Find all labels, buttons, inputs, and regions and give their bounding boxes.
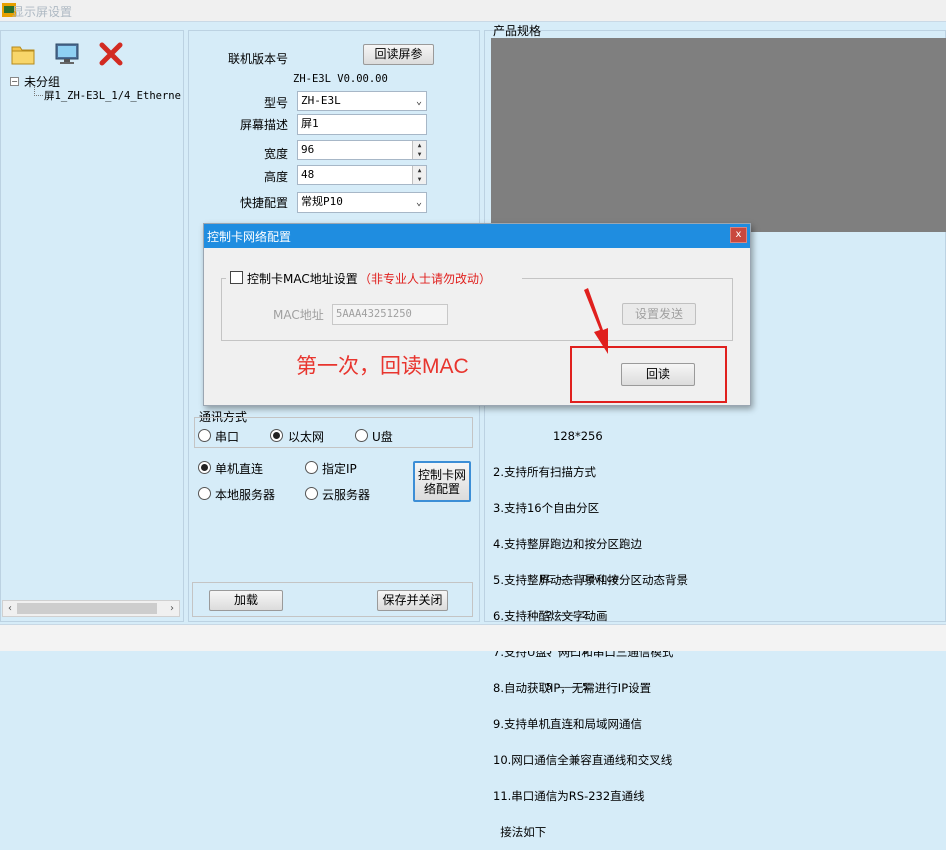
model-select[interactable]: ZH-E3L ⌄ (297, 91, 427, 111)
desc-input[interactable]: 屏1 (297, 114, 427, 135)
cloud-server-label: 云服务器 (322, 488, 371, 502)
load-button[interactable]: 加载 (209, 590, 283, 611)
tree-hscrollbar[interactable]: ‹ › (2, 600, 180, 617)
direct-connect-radio[interactable] (198, 461, 211, 474)
net-config-button[interactable]: 控制卡网络配置 (413, 461, 471, 502)
quick-config-label: 快捷配置 (240, 196, 289, 210)
specified-ip-radio[interactable] (305, 461, 318, 474)
spec-line: 接法如下 (493, 825, 547, 839)
tree-collapse-icon[interactable]: − (10, 77, 19, 86)
dialog-title: 控制卡网络配置 (207, 230, 292, 244)
window-title: 显示屏设置 (12, 5, 73, 19)
arrow-icon (584, 288, 608, 354)
mac-checkbox-label[interactable]: 控制卡MAC地址设置 (247, 270, 358, 287)
chevron-down-icon: ⌄ (415, 96, 422, 107)
cloud-server-radio[interactable] (305, 487, 318, 500)
spec-line: 2.支持所有扫描方式 (493, 465, 596, 479)
spec-line: 10.网口通信全兼容直通线和交叉线 (493, 753, 673, 767)
spec-line: 3.支持16个自由分区 (493, 501, 600, 515)
mac-label: MAC地址 (273, 308, 324, 322)
send-settings-button[interactable]: 设置发送 (622, 303, 696, 325)
udisk-radio[interactable] (355, 429, 368, 442)
delete-icon[interactable] (97, 41, 125, 67)
spec-line: 9.支持单机直连和局域网通信 (493, 717, 642, 731)
bottom-bar (0, 624, 946, 651)
spec-title: 产品规格 (493, 24, 542, 38)
folder-icon[interactable] (10, 41, 38, 67)
spec-line: 11.串口通信为RS-232直通线 (493, 789, 645, 803)
mac-warning: （非专业人士请勿改动） (359, 272, 492, 286)
height-stepper[interactable]: 48 ▲ ▼ (297, 165, 427, 185)
dialog-titlebar: 控制卡网络配置 x (204, 224, 750, 248)
scroll-right-icon[interactable]: › (165, 601, 179, 616)
quick-config-select[interactable]: 常规P10 ⌄ (297, 192, 427, 213)
mac-input[interactable]: 5AAA43251250 (332, 304, 448, 325)
spec-line: 4.支持整屏跑边和按分区跑边 (493, 537, 642, 551)
mac-checkbox[interactable] (230, 271, 243, 284)
direct-connect-label: 单机直连 (215, 462, 264, 476)
save-close-button[interactable]: 保存并关闭 (377, 590, 448, 611)
height-label: 高度 (264, 170, 289, 184)
width-label: 宽度 (264, 147, 289, 161)
height-value: 48 (301, 168, 315, 181)
local-server-radio[interactable] (198, 487, 211, 500)
tree-screen-item[interactable]: 屏1_ZH-E3L_1/4_Etherne (44, 88, 181, 103)
screen-tree-panel: − 未分组 屏1_ZH-E3L_1/4_Etherne (0, 30, 184, 622)
wiring-line: 5 ——— 5 (540, 682, 589, 693)
serial-label: 串口 (215, 430, 240, 444)
screen-preview (491, 38, 946, 232)
width-stepper[interactable]: 96 ▲ ▼ (297, 140, 427, 160)
annotation-text: 第一次，回读MAC (296, 355, 469, 378)
desc-label: 屏幕描述 (240, 118, 289, 132)
readback-params-button[interactable]: 回读屏参 (363, 44, 434, 65)
close-icon[interactable]: x (730, 227, 747, 243)
model-label: 型号 (264, 96, 289, 110)
wiring-line: PC ——— Device (540, 574, 619, 585)
firmware-label: 联机版本号 (228, 52, 289, 66)
scroll-thumb[interactable] (17, 603, 157, 614)
specified-ip-label: 指定IP (322, 462, 357, 476)
model-value: ZH-E3L (301, 94, 341, 107)
ethernet-radio[interactable] (270, 429, 283, 442)
wiring-line: 2 ——— 2 (540, 610, 589, 621)
chevron-down-icon: ⌄ (415, 197, 422, 208)
scroll-left-icon[interactable]: ‹ (3, 601, 17, 616)
udisk-label: U盘 (372, 430, 393, 444)
window-titlebar: 显示屏设置 (0, 0, 946, 22)
spec-line: 128*256 (553, 429, 603, 443)
monitor-icon[interactable] (53, 41, 81, 67)
local-server-label: 本地服务器 (215, 488, 276, 502)
firmware-version: ZH-E3L V0.00.00 (293, 73, 388, 85)
spin-buttons[interactable]: ▲ ▼ (412, 166, 426, 184)
spin-buttons[interactable]: ▲ ▼ (412, 141, 426, 159)
width-value: 96 (301, 143, 315, 156)
tree-connector-h (34, 95, 43, 96)
quick-config-value: 常规P10 (301, 195, 343, 208)
ethernet-label: 以太网 (288, 430, 325, 444)
serial-radio[interactable] (198, 429, 211, 442)
